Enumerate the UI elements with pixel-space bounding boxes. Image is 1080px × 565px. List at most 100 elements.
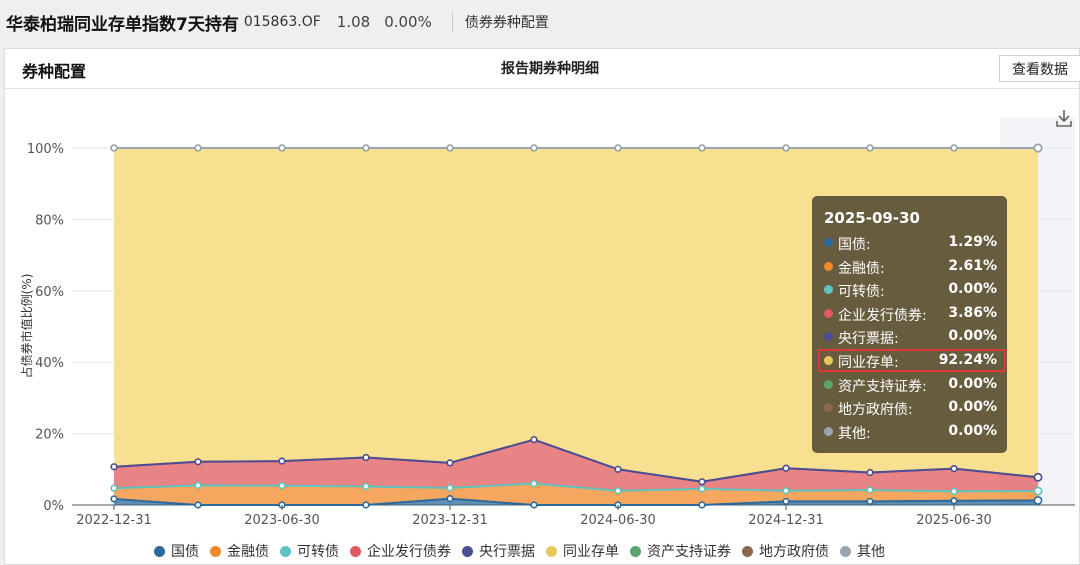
y-tick-label: 100% [27,142,64,157]
chart-tooltip: 2025-09-30 国债: 1.29% 金融债: 2.61% 可转债: 0.00% 企业发… [812,196,1007,453]
tooltip-row: 地方政府债: 0.00% [824,397,1000,419]
tooltip-row: 企业发行债券: 3.86% [824,303,1000,325]
point-可转债 [866,486,874,494]
y-tick-label: 0% [43,499,64,514]
legend-dot-icon [824,285,833,295]
legend-item[interactable]: 企业发行债券 [350,541,451,561]
point-其他 [194,144,202,152]
tooltip-highlight-box [818,349,1006,372]
point-央行票据 [782,464,790,472]
tooltip-series-value: 2.61% [948,257,997,274]
y-tick-label: 20% [35,428,64,443]
point-央行票据 [362,453,370,462]
point-央行票据 [194,458,202,466]
x-tick-label: 2024-06-30 [580,513,656,528]
point-国债 [950,497,958,505]
legend-dot-icon [280,545,291,557]
download-icon[interactable] [1055,108,1073,128]
tooltip-row: 国债: 1.29% [824,232,1000,254]
tooltip-series-name: 企业发行债券: [838,307,927,324]
point-央行票据 [698,478,706,486]
legend-dot-icon [824,238,833,247]
tooltip-series-value: 3.86% [948,304,997,321]
point-其他 [782,144,790,152]
point-可转债 [194,481,202,489]
x-tick-label: 2025-06-30 [916,513,992,528]
legend-item[interactable]: 金融债 [210,541,269,561]
point-国债 [1033,495,1043,505]
point-可转债 [362,482,370,491]
legend-dot-icon [824,332,833,342]
legend-item[interactable]: 其他 [840,541,885,561]
legend-item[interactable]: 央行票据 [462,541,535,561]
legend-label: 其他 [857,544,885,560]
chart-legend: 国债 金融债 可转债 企业发行债券 央行票据 同业存单 资产支持证券 地方政府债 其他 [154,540,896,562]
tooltip-series-value: 0.00% [948,422,997,439]
legend-label: 金融债 [227,544,269,560]
y-tick-label: 40% [35,356,64,371]
point-国债 [110,495,118,503]
legend-dot-icon [824,403,833,413]
tooltip-row: 金融债: 2.61% [824,256,1000,278]
legend-label: 国债 [171,544,199,560]
legend-label: 企业发行债券 [367,544,451,560]
x-tick-label: 2023-12-31 [412,513,488,528]
tooltip-series-name: 地方政府债: [838,402,913,419]
legend-label: 可转债 [297,544,339,560]
legend-label: 同业存单 [563,544,619,560]
point-可转债 [698,485,706,493]
tooltip-series-value: 1.29% [948,234,997,250]
tooltip-series-name: 可转债: [838,284,885,301]
point-国债 [698,501,706,509]
legend-dot-icon [824,261,833,271]
point-国债 [446,494,454,503]
point-可转债 [446,484,454,492]
tooltip-series-name: 国债: [838,237,871,253]
legend-dot-icon [462,545,473,557]
legend-label: 地方政府债 [759,544,829,560]
point-国债 [866,497,874,506]
legend-label: 央行票据 [479,544,535,560]
point-其他 [278,144,286,152]
point-央行票据 [950,464,958,473]
point-国债 [782,497,790,506]
y-tick-label: 80% [35,213,64,228]
point-央行票据 [278,457,286,465]
x-tick-label: 2022-12-31 [76,513,152,528]
point-可转债 [530,479,538,488]
point-其他 [362,144,370,152]
point-其他 [950,144,958,152]
legend-item[interactable]: 资产支持证券 [630,541,731,561]
legend-item[interactable]: 可转债 [280,541,339,561]
point-其他 [446,144,454,152]
y-tick-label: 60% [35,285,64,300]
point-其他 [1033,143,1043,153]
legend-dot-icon [154,545,165,557]
point-可转债 [110,484,118,492]
point-国债 [530,501,538,509]
point-国债 [194,501,202,509]
tooltip-date: 2025-09-30 [824,209,920,227]
point-其他 [866,144,874,152]
legend-item[interactable]: 国债 [154,541,199,561]
tooltip-series-name: 其他: [838,425,871,442]
point-央行票据 [614,465,622,473]
tooltip-series-value: 0.00% [948,328,997,345]
tooltip-series-name: 金融债: [838,260,885,277]
point-可转债 [278,482,286,490]
x-tick-label: 2023-06-30 [244,513,320,528]
tooltip-series-name: 央行票据: [838,331,899,348]
point-央行票据 [866,468,874,477]
legend-item[interactable]: 地方政府债 [742,541,829,561]
tooltip-row: 央行票据: 0.00% [824,326,1000,348]
legend-dot-icon [742,545,753,557]
legend-dot-icon [630,545,641,557]
point-央行票据 [530,436,538,444]
point-其他 [698,144,706,152]
legend-item[interactable]: 同业存单 [546,541,619,561]
tooltip-series-value: 0.00% [948,281,997,298]
chart-title: 报告期券种明细 [501,61,599,77]
point-国债 [362,501,370,509]
tooltip-series-value: 0.00% [948,375,997,392]
legend-dot-icon [546,545,557,557]
